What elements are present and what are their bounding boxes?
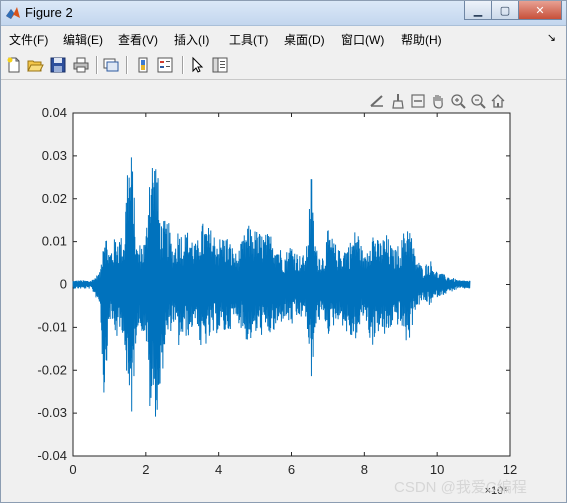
y-tick-label: -0.01 — [37, 319, 67, 334]
x-tick-label: 8 — [361, 462, 368, 477]
x-tick-label: 6 — [288, 462, 295, 477]
y-tick-label: -0.02 — [37, 362, 67, 377]
y-tick-label: 0.04 — [42, 105, 67, 120]
x-tick-label: 0 — [69, 462, 76, 477]
x-tick-label: 2 — [142, 462, 149, 477]
y-tick-label: 0 — [60, 277, 67, 292]
watermark: CSDN @我爱C编程 — [394, 479, 527, 496]
y-tick-label: 0.01 — [42, 234, 67, 249]
line-chart: 0 2 4 6 8 10 12 -0.04 -0.03 -0.02 -0.01 0 0.01 0.02 0.… — [37, 105, 517, 497]
y-tick-label: 0.02 — [42, 191, 67, 206]
x-tick-label: 12 — [503, 462, 517, 477]
y-tick-label: -0.04 — [37, 448, 67, 463]
x-tick-label: 4 — [215, 462, 222, 477]
figure-window: Figure 2 ▁ ▢ ✕ 文件(F) 编辑(E) 查看(V) 插入(I) 工… — [0, 0, 567, 503]
y-tick-label: -0.03 — [37, 405, 67, 420]
y-tick-label: 0.03 — [42, 148, 67, 163]
x-tick-label: 10 — [430, 462, 444, 477]
